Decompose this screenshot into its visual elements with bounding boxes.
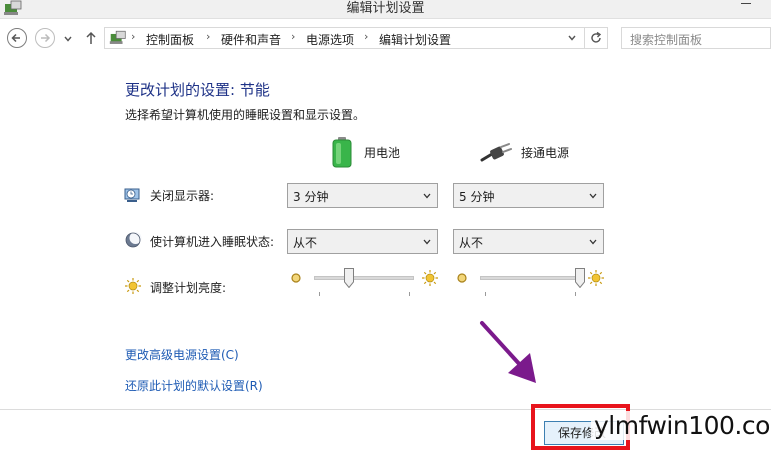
bright-sun-icon bbox=[422, 270, 438, 286]
window-title: 编辑计划设置 bbox=[346, 1, 425, 16]
brightness-plugged-slider[interactable] bbox=[455, 268, 605, 298]
advanced-power-settings-link[interactable]: 更改高级电源设置(C) bbox=[125, 346, 239, 363]
page-description: 选择希望计算机使用的睡眠设置和显示设置。 bbox=[125, 108, 366, 122]
page-heading: 更改计划的设置: 节能 bbox=[125, 81, 270, 99]
breadcrumb-hardware-sound[interactable]: 硬件和声音 bbox=[221, 31, 281, 48]
sleep-label: 使计算机进入睡眠状态: bbox=[150, 235, 275, 249]
breadcrumb-separator-icon: › bbox=[291, 30, 296, 43]
sleep-battery-select[interactable]: 从不 bbox=[287, 229, 438, 254]
power-plug-icon bbox=[480, 143, 512, 162]
chevron-down-icon bbox=[589, 193, 597, 199]
brightness-plugged-track bbox=[480, 276, 580, 280]
battery-icon bbox=[332, 137, 352, 168]
brightness-sun-icon bbox=[125, 278, 141, 294]
watermark-text: ylmfwin100.com bbox=[591, 411, 771, 440]
back-button[interactable] bbox=[7, 28, 27, 48]
breadcrumb-control-panel[interactable]: 控制面板 bbox=[146, 31, 194, 48]
navigation-bar: › 控制面板 › 硬件和声音 › 电源选项 › 编辑计划设置 搜索控制面板 bbox=[0, 19, 771, 57]
brightness-battery-slider[interactable] bbox=[289, 268, 439, 298]
slider-tick bbox=[409, 292, 410, 296]
brightness-battery-track bbox=[314, 276, 414, 280]
control-panel-icon bbox=[109, 30, 126, 44]
chevron-down-icon bbox=[589, 239, 597, 245]
refresh-icon[interactable] bbox=[589, 31, 603, 45]
search-input[interactable]: 搜索控制面板 bbox=[621, 27, 771, 49]
back-arrow-icon bbox=[11, 33, 20, 43]
bright-sun-icon bbox=[588, 270, 604, 286]
brightness-label: 调整计划亮度: bbox=[150, 281, 227, 295]
footer-divider bbox=[0, 409, 771, 410]
sleep-moon-icon bbox=[125, 232, 142, 248]
slider-tick bbox=[319, 292, 320, 296]
slider-tick bbox=[575, 292, 576, 296]
display-off-plugged-select[interactable]: 5 分钟 bbox=[453, 183, 604, 208]
address-divider bbox=[584, 28, 585, 48]
forward-arrow-icon bbox=[41, 33, 51, 43]
battery-column-label: 用电池 bbox=[364, 146, 401, 160]
sleep-plugged-select[interactable]: 从不 bbox=[453, 229, 604, 254]
title-bar: 编辑计划设置 bbox=[0, 0, 771, 19]
chevron-down-icon bbox=[423, 239, 431, 245]
breadcrumb-power-options[interactable]: 电源选项 bbox=[306, 31, 354, 48]
annotation-arrow-icon bbox=[480, 321, 536, 383]
display-timer-icon bbox=[124, 188, 140, 202]
brightness-battery-thumb[interactable] bbox=[344, 268, 354, 289]
chevron-down-icon bbox=[423, 193, 431, 199]
brightness-plugged-thumb[interactable] bbox=[575, 268, 585, 289]
breadcrumb-separator-icon: › bbox=[131, 30, 136, 43]
display-off-label: 关闭显示器: bbox=[150, 189, 215, 203]
dim-sun-icon bbox=[457, 273, 467, 283]
breadcrumb-edit-plan[interactable]: 编辑计划设置 bbox=[379, 31, 451, 48]
forward-button[interactable] bbox=[35, 28, 55, 48]
plugged-column-label: 接通电源 bbox=[521, 146, 570, 160]
sleep-battery-value: 从不 bbox=[293, 236, 318, 250]
slider-tick bbox=[485, 292, 486, 296]
dim-sun-icon bbox=[291, 273, 301, 283]
up-arrow-icon[interactable] bbox=[84, 30, 98, 46]
minimize-button[interactable] bbox=[741, 3, 751, 4]
restore-defaults-link[interactable]: 还原此计划的默认设置(R) bbox=[125, 377, 263, 394]
breadcrumb-separator-icon: › bbox=[206, 30, 211, 43]
address-dropdown-icon[interactable] bbox=[567, 34, 577, 42]
recent-pages-dropdown-icon[interactable] bbox=[63, 35, 73, 43]
breadcrumb-separator-icon: › bbox=[364, 30, 369, 43]
search-placeholder: 搜索控制面板 bbox=[630, 33, 703, 47]
display-off-plugged-value: 5 分钟 bbox=[459, 190, 495, 204]
address-bar[interactable]: › 控制面板 › 硬件和声音 › 电源选项 › 编辑计划设置 bbox=[104, 27, 608, 49]
display-off-battery-select[interactable]: 3 分钟 bbox=[287, 183, 438, 208]
display-off-battery-value: 3 分钟 bbox=[293, 190, 329, 204]
sleep-plugged-value: 从不 bbox=[459, 236, 484, 250]
